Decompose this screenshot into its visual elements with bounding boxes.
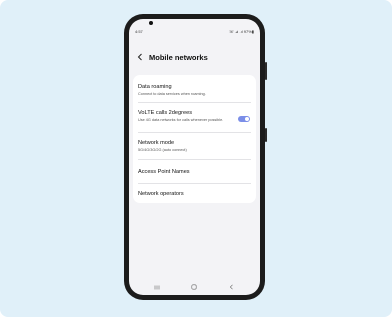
- divider: [138, 132, 251, 133]
- setting-volte-calls[interactable]: VoLTE calls 2degrees Use 4G data network…: [133, 110, 238, 123]
- nav-back-button[interactable]: [223, 279, 239, 295]
- recent-apps-icon: [154, 285, 160, 289]
- back-button[interactable]: [135, 52, 145, 62]
- status-icons: ☏ ⊿ .ıl 97%▮: [228, 29, 254, 34]
- navigation-bar: [129, 279, 260, 295]
- setting-label: Network operators: [138, 191, 184, 197]
- chevron-left-icon: [137, 53, 142, 61]
- volte-toggle-switch[interactable]: [238, 116, 250, 122]
- phone-screen: 4:57 ☏ ⊿ .ıl 97%▮ Mobile networks Data r…: [129, 19, 260, 295]
- background-panel: 4:57 ☏ ⊿ .ıl 97%▮ Mobile networks Data r…: [0, 0, 392, 317]
- setting-label: Access Point Names: [138, 169, 190, 175]
- status-time: 4:57: [135, 29, 143, 34]
- setting-label: Network mode: [138, 140, 175, 146]
- home-icon: [191, 284, 197, 290]
- page-header: Mobile networks: [135, 51, 254, 63]
- page-title: Mobile networks: [149, 52, 208, 62]
- setting-description: 5G/4G/3G/2G (auto connect): [138, 148, 187, 152]
- divider: [138, 183, 251, 184]
- toggle-knob: [244, 116, 250, 122]
- setting-data-roaming[interactable]: Data roaming Connect to data services wh…: [133, 84, 256, 97]
- setting-label: Data roaming: [138, 84, 172, 90]
- recent-apps-button[interactable]: [149, 279, 165, 295]
- setting-description: Connect to data services when roaming.: [138, 92, 206, 96]
- home-button[interactable]: [186, 279, 202, 295]
- power-button: [265, 128, 267, 142]
- setting-network-mode[interactable]: Network mode 5G/4G/3G/2G (auto connect): [133, 140, 256, 153]
- setting-access-point-names[interactable]: Access Point Names: [133, 169, 256, 176]
- settings-list: Data roaming Connect to data services wh…: [133, 75, 256, 203]
- phone-frame: 4:57 ☏ ⊿ .ıl 97%▮ Mobile networks Data r…: [124, 14, 267, 300]
- setting-description: Use 4G data networks for calls whenever …: [138, 118, 224, 122]
- divider: [138, 102, 251, 103]
- back-icon: [229, 284, 233, 290]
- setting-label: VoLTE calls 2degrees: [138, 110, 193, 116]
- divider: [138, 159, 251, 160]
- setting-network-operators[interactable]: Network operators: [133, 191, 256, 198]
- volume-button: [265, 62, 267, 80]
- status-bar: 4:57 ☏ ⊿ .ıl 97%▮: [135, 29, 254, 35]
- front-camera: [149, 21, 153, 25]
